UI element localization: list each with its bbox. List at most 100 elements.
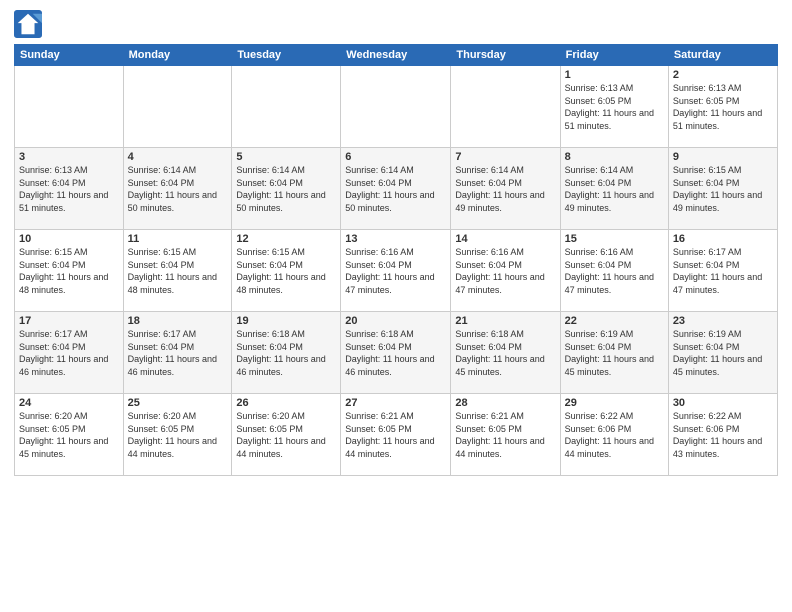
day-info: Sunrise: 6:14 AM Sunset: 6:04 PM Dayligh…	[236, 164, 336, 214]
calendar-cell	[451, 66, 560, 148]
calendar-cell: 19Sunrise: 6:18 AM Sunset: 6:04 PM Dayli…	[232, 312, 341, 394]
header	[14, 10, 778, 38]
calendar-cell: 20Sunrise: 6:18 AM Sunset: 6:04 PM Dayli…	[341, 312, 451, 394]
calendar-cell: 13Sunrise: 6:16 AM Sunset: 6:04 PM Dayli…	[341, 230, 451, 312]
week-row-1: 1Sunrise: 6:13 AM Sunset: 6:05 PM Daylig…	[15, 66, 778, 148]
day-info: Sunrise: 6:14 AM Sunset: 6:04 PM Dayligh…	[455, 164, 555, 214]
calendar-cell: 22Sunrise: 6:19 AM Sunset: 6:04 PM Dayli…	[560, 312, 668, 394]
day-number: 8	[565, 151, 664, 163]
calendar-cell: 14Sunrise: 6:16 AM Sunset: 6:04 PM Dayli…	[451, 230, 560, 312]
day-info: Sunrise: 6:15 AM Sunset: 6:04 PM Dayligh…	[19, 246, 119, 296]
day-number: 29	[565, 397, 664, 409]
calendar-cell	[123, 66, 232, 148]
week-row-4: 17Sunrise: 6:17 AM Sunset: 6:04 PM Dayli…	[15, 312, 778, 394]
day-info: Sunrise: 6:18 AM Sunset: 6:04 PM Dayligh…	[345, 328, 446, 378]
day-number: 7	[455, 151, 555, 163]
calendar-cell: 4Sunrise: 6:14 AM Sunset: 6:04 PM Daylig…	[123, 148, 232, 230]
day-info: Sunrise: 6:17 AM Sunset: 6:04 PM Dayligh…	[673, 246, 773, 296]
weekday-header-row: SundayMondayTuesdayWednesdayThursdayFrid…	[15, 45, 778, 66]
weekday-thursday: Thursday	[451, 45, 560, 66]
day-number: 10	[19, 233, 119, 245]
day-info: Sunrise: 6:20 AM Sunset: 6:05 PM Dayligh…	[236, 410, 336, 460]
calendar-cell	[232, 66, 341, 148]
day-number: 3	[19, 151, 119, 163]
week-row-3: 10Sunrise: 6:15 AM Sunset: 6:04 PM Dayli…	[15, 230, 778, 312]
calendar-cell: 3Sunrise: 6:13 AM Sunset: 6:04 PM Daylig…	[15, 148, 124, 230]
day-info: Sunrise: 6:20 AM Sunset: 6:05 PM Dayligh…	[19, 410, 119, 460]
calendar-cell: 8Sunrise: 6:14 AM Sunset: 6:04 PM Daylig…	[560, 148, 668, 230]
day-info: Sunrise: 6:13 AM Sunset: 6:05 PM Dayligh…	[673, 82, 773, 132]
day-number: 24	[19, 397, 119, 409]
day-info: Sunrise: 6:16 AM Sunset: 6:04 PM Dayligh…	[455, 246, 555, 296]
weekday-friday: Friday	[560, 45, 668, 66]
calendar-cell: 2Sunrise: 6:13 AM Sunset: 6:05 PM Daylig…	[668, 66, 777, 148]
weekday-tuesday: Tuesday	[232, 45, 341, 66]
day-number: 13	[345, 233, 446, 245]
day-number: 17	[19, 315, 119, 327]
day-number: 30	[673, 397, 773, 409]
calendar-cell: 12Sunrise: 6:15 AM Sunset: 6:04 PM Dayli…	[232, 230, 341, 312]
day-info: Sunrise: 6:17 AM Sunset: 6:04 PM Dayligh…	[19, 328, 119, 378]
calendar-cell: 23Sunrise: 6:19 AM Sunset: 6:04 PM Dayli…	[668, 312, 777, 394]
calendar-cell: 11Sunrise: 6:15 AM Sunset: 6:04 PM Dayli…	[123, 230, 232, 312]
day-info: Sunrise: 6:19 AM Sunset: 6:04 PM Dayligh…	[673, 328, 773, 378]
day-info: Sunrise: 6:21 AM Sunset: 6:05 PM Dayligh…	[455, 410, 555, 460]
calendar-cell	[15, 66, 124, 148]
week-row-2: 3Sunrise: 6:13 AM Sunset: 6:04 PM Daylig…	[15, 148, 778, 230]
day-info: Sunrise: 6:18 AM Sunset: 6:04 PM Dayligh…	[236, 328, 336, 378]
weekday-saturday: Saturday	[668, 45, 777, 66]
calendar-cell: 28Sunrise: 6:21 AM Sunset: 6:05 PM Dayli…	[451, 394, 560, 476]
day-number: 25	[128, 397, 228, 409]
day-number: 19	[236, 315, 336, 327]
weekday-wednesday: Wednesday	[341, 45, 451, 66]
calendar-cell: 24Sunrise: 6:20 AM Sunset: 6:05 PM Dayli…	[15, 394, 124, 476]
week-row-5: 24Sunrise: 6:20 AM Sunset: 6:05 PM Dayli…	[15, 394, 778, 476]
day-info: Sunrise: 6:20 AM Sunset: 6:05 PM Dayligh…	[128, 410, 228, 460]
calendar-cell: 5Sunrise: 6:14 AM Sunset: 6:04 PM Daylig…	[232, 148, 341, 230]
day-info: Sunrise: 6:14 AM Sunset: 6:04 PM Dayligh…	[565, 164, 664, 214]
calendar-cell: 18Sunrise: 6:17 AM Sunset: 6:04 PM Dayli…	[123, 312, 232, 394]
day-info: Sunrise: 6:14 AM Sunset: 6:04 PM Dayligh…	[128, 164, 228, 214]
day-number: 5	[236, 151, 336, 163]
day-info: Sunrise: 6:13 AM Sunset: 6:04 PM Dayligh…	[19, 164, 119, 214]
day-number: 6	[345, 151, 446, 163]
weekday-monday: Monday	[123, 45, 232, 66]
day-number: 1	[565, 69, 664, 81]
calendar-cell: 26Sunrise: 6:20 AM Sunset: 6:05 PM Dayli…	[232, 394, 341, 476]
day-info: Sunrise: 6:16 AM Sunset: 6:04 PM Dayligh…	[345, 246, 446, 296]
day-info: Sunrise: 6:15 AM Sunset: 6:04 PM Dayligh…	[128, 246, 228, 296]
logo	[14, 10, 45, 38]
page: SundayMondayTuesdayWednesdayThursdayFrid…	[0, 0, 792, 612]
day-info: Sunrise: 6:15 AM Sunset: 6:04 PM Dayligh…	[236, 246, 336, 296]
day-info: Sunrise: 6:19 AM Sunset: 6:04 PM Dayligh…	[565, 328, 664, 378]
day-number: 12	[236, 233, 336, 245]
day-info: Sunrise: 6:15 AM Sunset: 6:04 PM Dayligh…	[673, 164, 773, 214]
day-number: 18	[128, 315, 228, 327]
calendar-cell: 7Sunrise: 6:14 AM Sunset: 6:04 PM Daylig…	[451, 148, 560, 230]
day-number: 28	[455, 397, 555, 409]
calendar-cell: 6Sunrise: 6:14 AM Sunset: 6:04 PM Daylig…	[341, 148, 451, 230]
calendar-cell: 29Sunrise: 6:22 AM Sunset: 6:06 PM Dayli…	[560, 394, 668, 476]
day-number: 16	[673, 233, 773, 245]
day-number: 4	[128, 151, 228, 163]
day-number: 26	[236, 397, 336, 409]
calendar-cell: 9Sunrise: 6:15 AM Sunset: 6:04 PM Daylig…	[668, 148, 777, 230]
day-number: 9	[673, 151, 773, 163]
calendar-cell: 25Sunrise: 6:20 AM Sunset: 6:05 PM Dayli…	[123, 394, 232, 476]
day-info: Sunrise: 6:17 AM Sunset: 6:04 PM Dayligh…	[128, 328, 228, 378]
logo-icon	[14, 10, 42, 38]
calendar-cell: 10Sunrise: 6:15 AM Sunset: 6:04 PM Dayli…	[15, 230, 124, 312]
day-info: Sunrise: 6:14 AM Sunset: 6:04 PM Dayligh…	[345, 164, 446, 214]
day-number: 2	[673, 69, 773, 81]
calendar-cell: 17Sunrise: 6:17 AM Sunset: 6:04 PM Dayli…	[15, 312, 124, 394]
day-info: Sunrise: 6:16 AM Sunset: 6:04 PM Dayligh…	[565, 246, 664, 296]
day-number: 14	[455, 233, 555, 245]
day-info: Sunrise: 6:18 AM Sunset: 6:04 PM Dayligh…	[455, 328, 555, 378]
day-info: Sunrise: 6:21 AM Sunset: 6:05 PM Dayligh…	[345, 410, 446, 460]
calendar-cell	[341, 66, 451, 148]
calendar-cell: 16Sunrise: 6:17 AM Sunset: 6:04 PM Dayli…	[668, 230, 777, 312]
weekday-sunday: Sunday	[15, 45, 124, 66]
calendar-cell: 1Sunrise: 6:13 AM Sunset: 6:05 PM Daylig…	[560, 66, 668, 148]
day-number: 27	[345, 397, 446, 409]
day-info: Sunrise: 6:13 AM Sunset: 6:05 PM Dayligh…	[565, 82, 664, 132]
